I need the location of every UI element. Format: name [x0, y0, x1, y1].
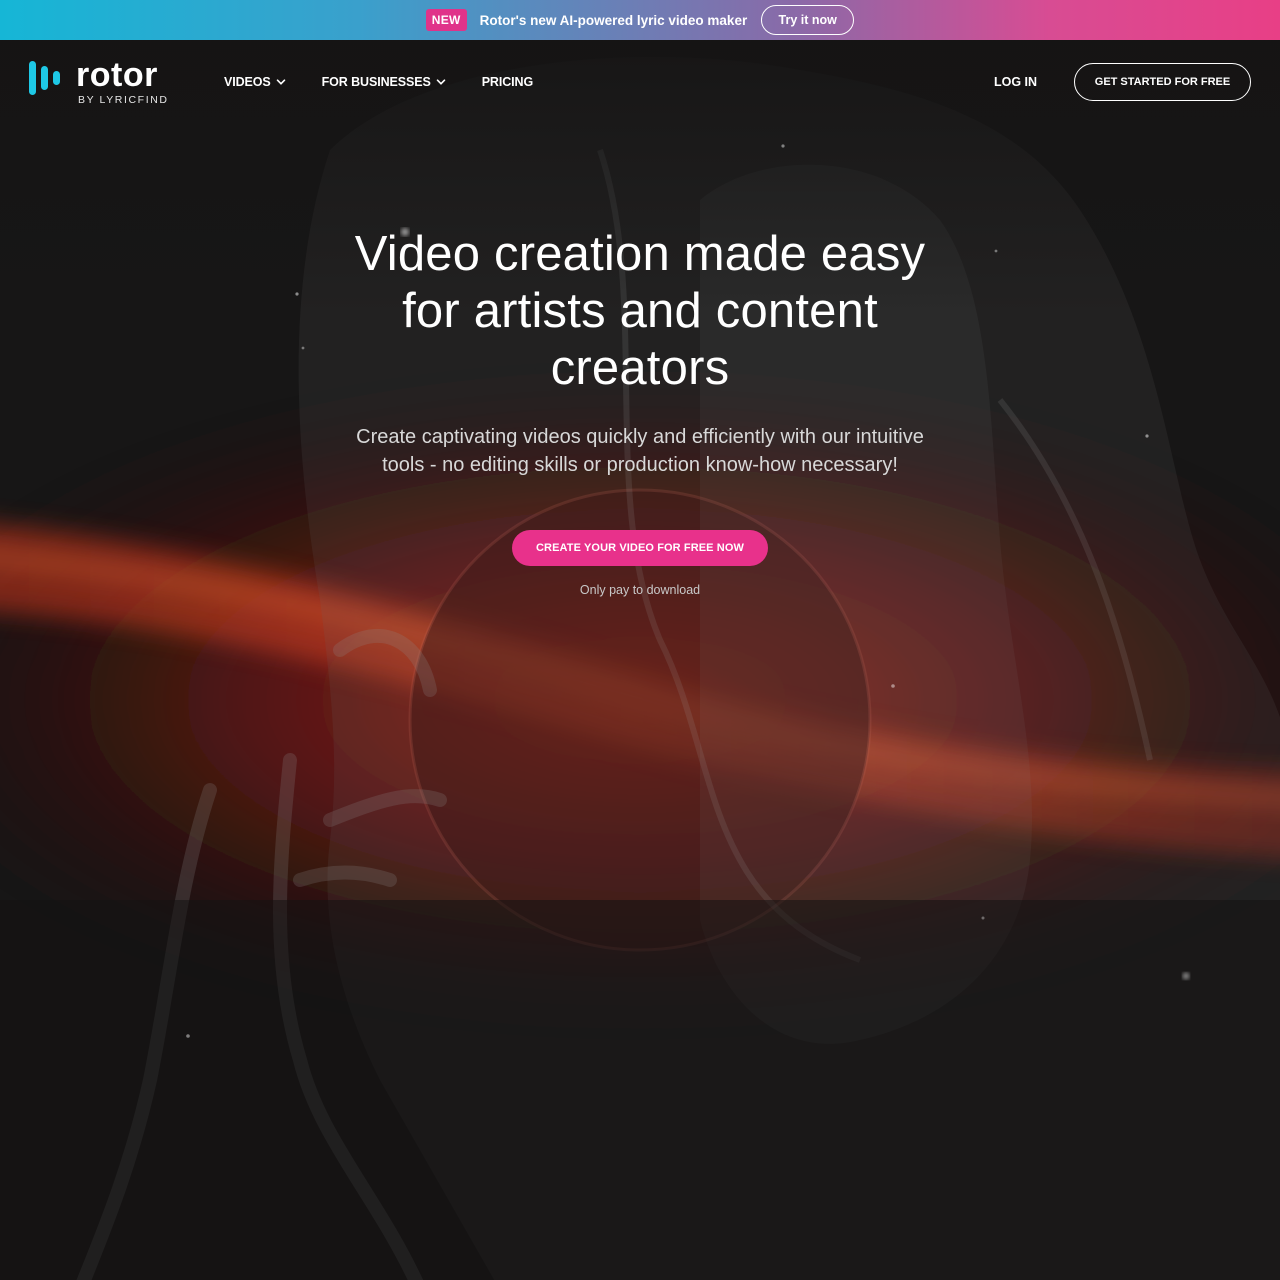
chevron-down-icon: [276, 79, 285, 85]
get-started-button[interactable]: GET STARTED FOR FREE: [1074, 63, 1251, 101]
nav-item-label: FOR BUSINESSES: [321, 75, 431, 89]
try-it-now-button[interactable]: Try it now: [761, 5, 855, 35]
rotor-logo-icon: [29, 61, 60, 95]
pricing-note: Only pay to download: [579, 583, 701, 597]
nav-menu: VIDEOS FOR BUSINESSES PRICING: [224, 75, 533, 89]
log-in-link[interactable]: LOG IN: [994, 75, 1037, 89]
nav-item-label: PRICING: [481, 75, 534, 89]
hero-title: Video creation made easy for artists and…: [354, 227, 926, 395]
create-video-button[interactable]: CREATE YOUR VIDEO FOR FREE NOW: [512, 530, 768, 566]
brand-name: rotor: [76, 56, 158, 94]
announcement-bar: NEW Rotor's new AI-powered lyric video m…: [0, 0, 1280, 40]
nav-item-videos[interactable]: VIDEOS: [224, 75, 286, 89]
chevron-down-icon: [436, 79, 445, 85]
hero-subtitle: Create captivating videos quickly and ef…: [356, 426, 924, 476]
nav-item-for-businesses[interactable]: FOR BUSINESSES: [322, 75, 446, 89]
brand-logo[interactable]: rotor BY LYRICFIND: [29, 56, 169, 106]
nav-item-pricing[interactable]: PRICING: [482, 75, 533, 89]
top-navigation: rotor BY LYRICFIND VIDEOS FOR BUSINESSES…: [0, 40, 1280, 124]
announcement-text[interactable]: Rotor's new AI-powered lyric video maker: [480, 13, 748, 28]
hero-background-art: [0, 0, 1280, 1280]
hero-section: Video creation made easy for artists and…: [0, 226, 1280, 597]
new-badge: NEW: [425, 9, 467, 31]
brand-tagline: BY LYRICFIND: [78, 94, 169, 106]
nav-item-label: VIDEOS: [224, 75, 271, 89]
